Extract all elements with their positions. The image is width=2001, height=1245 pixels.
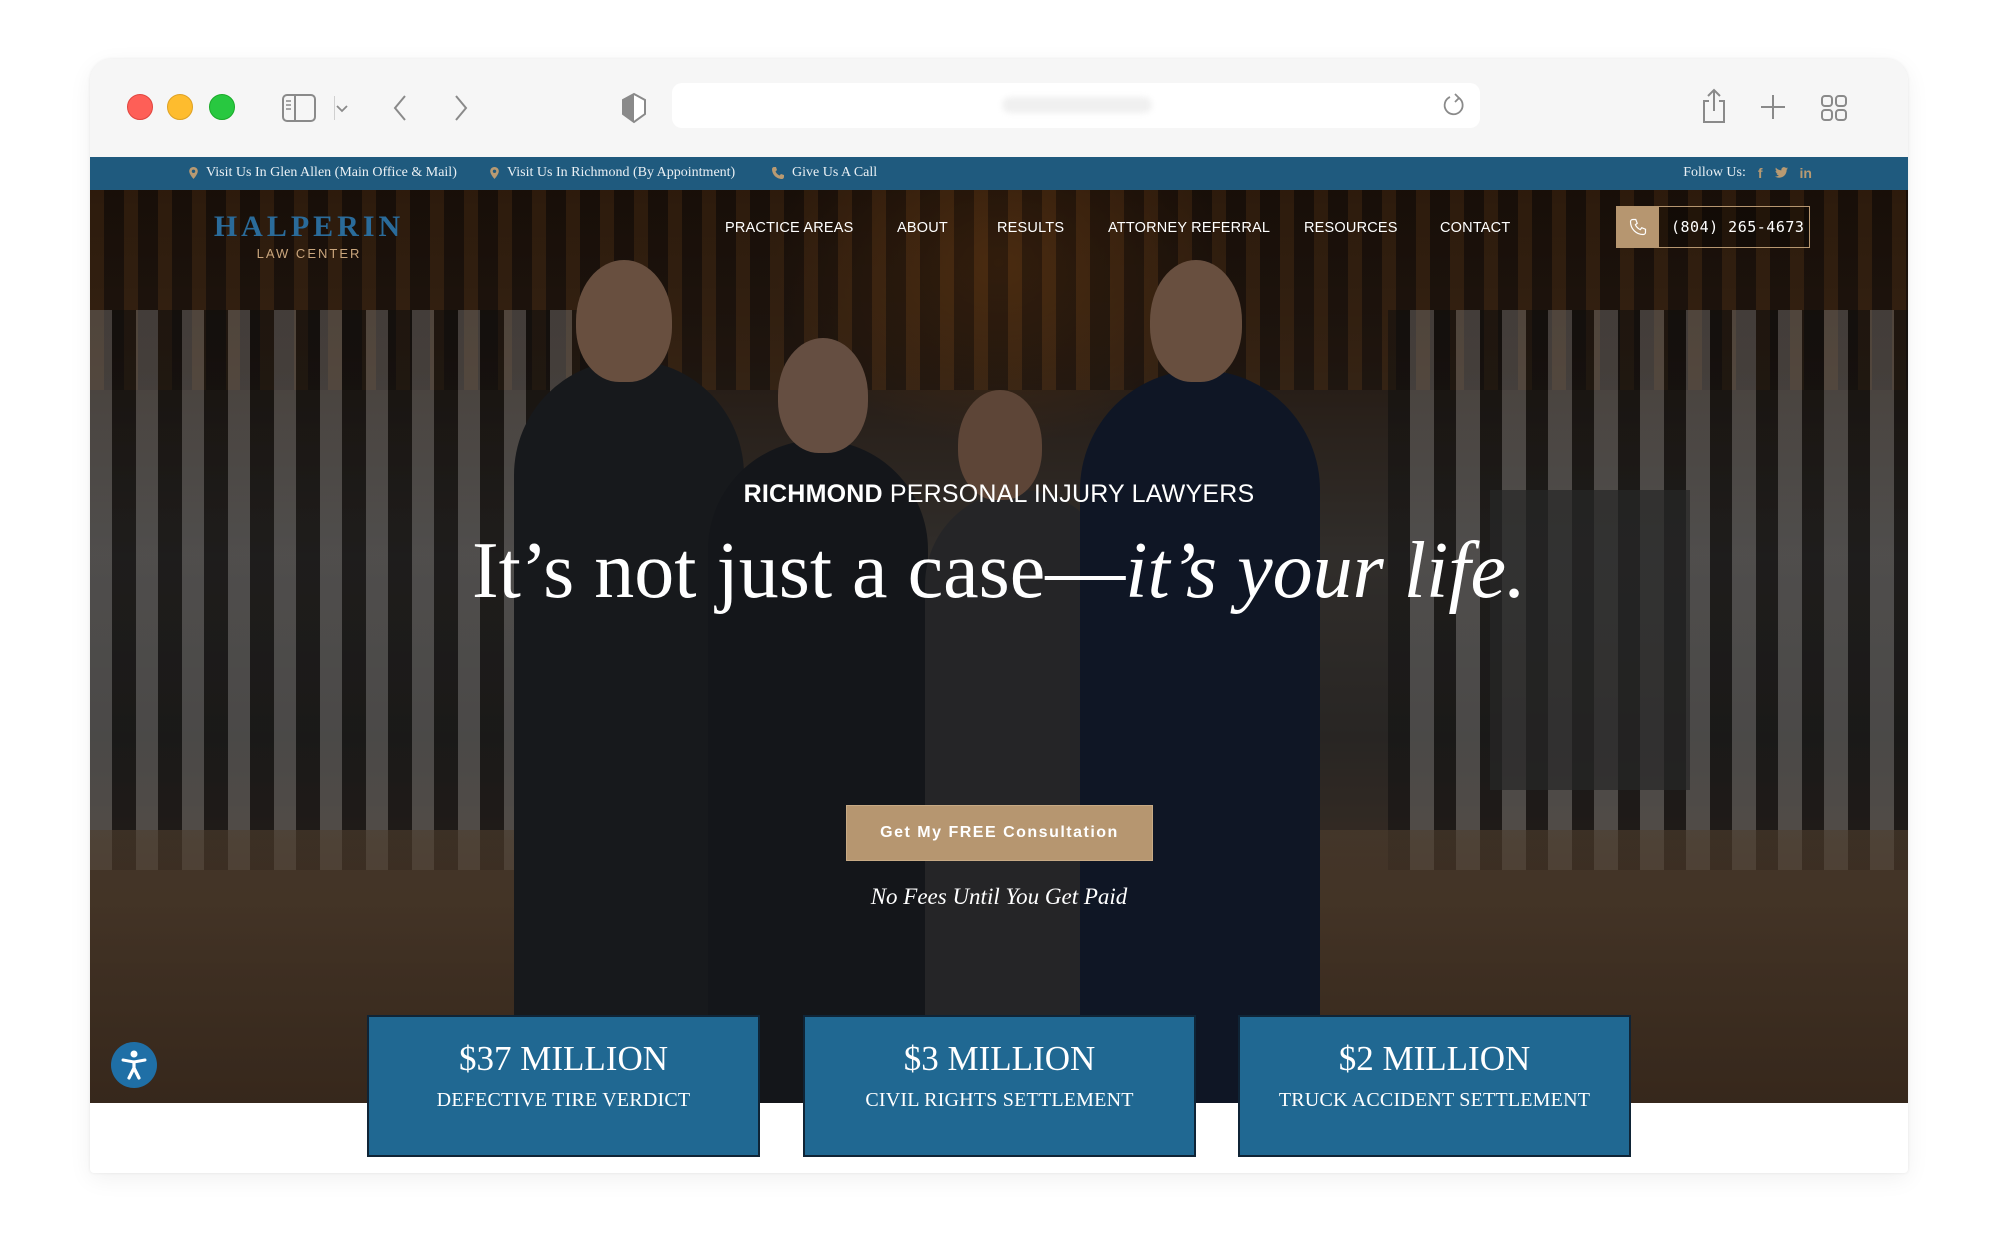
accessibility-button[interactable]	[111, 1042, 157, 1088]
hero-section: HALPERIN LAW CENTER PRACTICE AREAS ABOUT…	[90, 190, 1908, 1103]
phone-icon	[1617, 207, 1659, 247]
map-pin-icon	[189, 167, 198, 179]
nav-results[interactable]: RESULTS	[997, 220, 1064, 236]
hero-subtext: No Fees Until You Get Paid	[870, 884, 1128, 909]
result-card[interactable]: $3 MILLION CIVIL RIGHTS SETTLEMENT	[803, 1015, 1196, 1157]
facebook-icon[interactable]: f	[1758, 165, 1763, 181]
result-label: DEFECTIVE TIRE VERDICT	[436, 1089, 691, 1111]
hero-headline: It’s not just a case—it’s your life.	[90, 521, 1908, 621]
privacy-shield-icon[interactable]	[621, 92, 647, 129]
browser-toolbar	[90, 59, 1908, 157]
headline-regular: It’s not just a case—	[472, 527, 1126, 615]
phone-icon	[772, 167, 784, 179]
eyebrow-rest: PERSONAL INJURY LAWYERS	[882, 480, 1255, 508]
free-consultation-button[interactable]: Get My FREE Consultation	[846, 805, 1153, 861]
close-window-button[interactable]	[127, 94, 153, 120]
nav-contact[interactable]: CONTACT	[1440, 220, 1510, 236]
back-arrow-icon[interactable]	[392, 93, 408, 128]
topbar-richmond-link[interactable]: Visit Us In Richmond (By Appointment)	[490, 165, 735, 181]
headline-italic: it’s your life.	[1125, 527, 1526, 615]
tab-overview-icon[interactable]	[1820, 94, 1848, 127]
new-tab-plus-icon[interactable]	[1760, 94, 1786, 125]
nav-resources[interactable]: RESOURCES	[1304, 220, 1398, 236]
site-logo[interactable]: HALPERIN LAW CENTER	[193, 210, 425, 262]
chevron-down-icon[interactable]	[335, 101, 349, 119]
address-bar[interactable]	[672, 83, 1480, 128]
sidebar-toggle-icon[interactable]	[282, 94, 316, 127]
result-card[interactable]: $2 MILLION TRUCK ACCIDENT SETTLEMENT	[1238, 1015, 1631, 1157]
accessibility-icon	[121, 1050, 147, 1080]
hero-eyebrow: RICHMOND PERSONAL INJURY LAWYERS	[90, 480, 1908, 509]
map-pin-icon	[490, 167, 499, 179]
browser-window: Visit Us In Glen Allen (Main Office & Ma…	[90, 59, 1908, 1173]
result-label: TRUCK ACCIDENT SETTLEMENT	[1278, 1089, 1591, 1111]
linkedin-icon[interactable]: in	[1800, 165, 1812, 181]
topbar-item-label: Visit Us In Richmond (By Appointment)	[507, 165, 736, 180]
minimize-window-button[interactable]	[167, 94, 193, 120]
forward-arrow-icon[interactable]	[453, 93, 469, 128]
result-amount: $37 MILLION	[459, 1039, 668, 1078]
hero-overlay	[90, 190, 1908, 1103]
header-phone-button[interactable]: (804) 265-4673	[1616, 206, 1810, 248]
reload-icon[interactable]	[1442, 92, 1466, 123]
follow-us-label: Follow Us:	[1683, 165, 1746, 180]
result-card[interactable]: $37 MILLION DEFECTIVE TIRE VERDICT	[367, 1015, 760, 1157]
logo-wordmark: HALPERIN	[213, 210, 405, 243]
nav-practice-areas[interactable]: PRACTICE AREAS	[725, 220, 854, 236]
result-amount: $2 MILLION	[1338, 1039, 1531, 1078]
topbar-item-label: Give Us A Call	[792, 165, 878, 180]
utility-topbar: Visit Us In Glen Allen (Main Office & Ma…	[90, 157, 1908, 190]
phone-number: (804) 265-4673	[1671, 218, 1805, 236]
url-text	[1002, 97, 1152, 113]
share-icon[interactable]	[1701, 87, 1727, 130]
result-amount: $3 MILLION	[903, 1039, 1096, 1078]
result-label: CIVIL RIGHTS SETTLEMENT	[865, 1089, 1134, 1111]
topbar-glen-allen-link[interactable]: Visit Us In Glen Allen (Main Office & Ma…	[189, 165, 457, 181]
zoom-window-button[interactable]	[209, 94, 235, 120]
nav-attorney-referral[interactable]: ATTORNEY REFERRAL	[1108, 220, 1270, 236]
social-links: Follow Us: f in	[1683, 165, 1812, 181]
topbar-item-label: Visit Us In Glen Allen (Main Office & Ma…	[206, 165, 457, 180]
twitter-icon[interactable]	[1774, 165, 1788, 181]
topbar-call-link[interactable]: Give Us A Call	[772, 165, 877, 181]
eyebrow-city: RICHMOND	[743, 480, 883, 508]
nav-about[interactable]: ABOUT	[897, 220, 948, 236]
logo-subtitle: LAW CENTER	[256, 246, 362, 261]
